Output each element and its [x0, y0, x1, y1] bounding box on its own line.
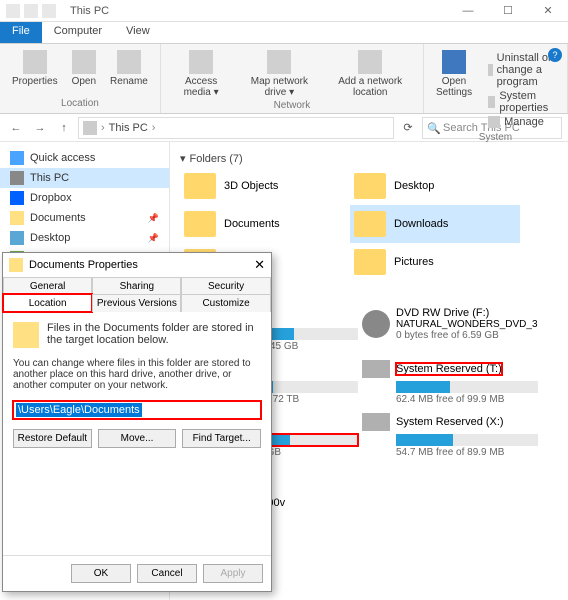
- dropbox-icon: [10, 191, 24, 205]
- help-button[interactable]: ?: [548, 48, 562, 62]
- dvd-icon: [362, 310, 390, 338]
- tab-previous-versions[interactable]: Previous Versions: [92, 294, 181, 312]
- folder-icon: [354, 211, 386, 237]
- ribbon-group-location: Properties Open Rename Location: [0, 44, 161, 113]
- open-button[interactable]: Open: [68, 48, 100, 89]
- forward-button[interactable]: →: [30, 118, 50, 138]
- folder-icon: [184, 211, 216, 237]
- drive-dvd[interactable]: DVD RW Drive (F:)NATURAL_WONDERS_DVD_30 …: [360, 303, 540, 356]
- up-button[interactable]: ↑: [54, 118, 74, 138]
- sidebar-item-documents[interactable]: Documents📌: [0, 208, 169, 228]
- folder-icon: [354, 173, 386, 199]
- pc-icon: [83, 121, 97, 135]
- ribbon-group-network: Access media ▾ Map network drive ▾ Add a…: [161, 44, 424, 113]
- quick-access-toolbar: [0, 4, 62, 18]
- desktop-icon: [10, 231, 24, 245]
- group-label: Network: [274, 100, 311, 111]
- dialog-title: Documents Properties: [29, 259, 138, 271]
- qat-dropdown-icon[interactable]: [42, 4, 56, 18]
- dialog-close-button[interactable]: ✕: [254, 257, 265, 273]
- rename-button[interactable]: Rename: [106, 48, 152, 89]
- folder-icon: [184, 173, 216, 199]
- ribbon: Properties Open Rename Location Access m…: [0, 44, 568, 114]
- open-settings-button[interactable]: Open Settings: [432, 48, 476, 132]
- group-label: Location: [61, 98, 99, 109]
- folder-downloads[interactable]: Downloads: [350, 205, 520, 243]
- breadcrumb-item[interactable]: This PC: [109, 122, 148, 134]
- tab-customize[interactable]: Customize: [181, 294, 270, 312]
- access-media-button[interactable]: Access media ▾: [169, 48, 233, 100]
- sidebar-item-dropbox[interactable]: Dropbox: [0, 188, 169, 208]
- tab-file[interactable]: File: [0, 22, 42, 43]
- find-target-button[interactable]: Find Target...: [182, 429, 261, 448]
- move-button[interactable]: Move...: [98, 429, 177, 448]
- folders-section-header[interactable]: ▾ Folders (7): [180, 150, 558, 167]
- pin-icon: 📌: [148, 213, 159, 224]
- tab-computer[interactable]: Computer: [42, 22, 114, 43]
- sidebar-item-this-pc[interactable]: This PC: [0, 168, 169, 188]
- ribbon-group-system: Open Settings Uninstall or change a prog…: [424, 44, 568, 113]
- qat-icon[interactable]: [24, 4, 38, 18]
- tab-security[interactable]: Security: [181, 277, 270, 295]
- dialog-title-bar: Documents Properties ✕: [3, 253, 271, 277]
- dialog-info-1: Files in the Documents folder are stored…: [13, 322, 261, 348]
- tab-sharing[interactable]: Sharing: [92, 277, 181, 295]
- group-label: System: [479, 132, 512, 143]
- ribbon-tabs: File Computer View: [0, 22, 568, 44]
- refresh-button[interactable]: ⟳: [398, 118, 418, 138]
- close-button[interactable]: ✕: [528, 0, 568, 22]
- location-path-input[interactable]: \Users\Eagle\Documents: [13, 401, 261, 419]
- minimize-button[interactable]: —: [448, 0, 488, 22]
- sidebar-item-quick-access[interactable]: Quick access: [0, 148, 169, 168]
- dialog-tabs: General Sharing Security Location Previo…: [3, 277, 271, 312]
- sidebar-item-desktop[interactable]: Desktop📌: [0, 228, 169, 248]
- drive-icon: [362, 360, 390, 378]
- drive-icon: [362, 413, 390, 431]
- manage-button[interactable]: Manage: [488, 116, 553, 128]
- folder-desktop[interactable]: Desktop: [350, 167, 520, 205]
- map-network-drive-button[interactable]: Map network drive ▾: [239, 48, 319, 100]
- add-network-location-button[interactable]: Add a network location: [325, 48, 415, 100]
- breadcrumb[interactable]: This PC: [78, 117, 394, 139]
- pc-icon: [10, 171, 24, 185]
- title-bar: This PC — ☐ ✕: [0, 0, 568, 22]
- properties-button[interactable]: Properties: [8, 48, 62, 89]
- tab-view[interactable]: View: [114, 22, 162, 43]
- folder-pictures[interactable]: Pictures: [350, 243, 520, 281]
- apply-button[interactable]: Apply: [203, 564, 263, 583]
- uninstall-program-button[interactable]: Uninstall or change a program: [488, 52, 553, 88]
- folder-icon: [13, 322, 39, 348]
- star-icon: [10, 151, 24, 165]
- dialog-info-2: You can change where files in this folde…: [13, 358, 261, 391]
- drive-x[interactable]: System Reserved (X:)54.7 MB free of 89.9…: [360, 409, 540, 462]
- tab-location[interactable]: Location: [3, 294, 92, 312]
- folder-icon: [10, 211, 24, 225]
- properties-dialog: Documents Properties ✕ General Sharing S…: [2, 252, 272, 592]
- maximize-button[interactable]: ☐: [488, 0, 528, 22]
- restore-default-button[interactable]: Restore Default: [13, 429, 92, 448]
- folder-icon: [9, 258, 23, 272]
- window-title: This PC: [70, 5, 109, 17]
- pin-icon: 📌: [148, 233, 159, 244]
- qat-icon[interactable]: [6, 4, 20, 18]
- tab-general[interactable]: General: [3, 277, 92, 295]
- drive-t[interactable]: System Reserved (T:)62.4 MB free of 99.9…: [360, 356, 540, 409]
- cancel-button[interactable]: Cancel: [137, 564, 197, 583]
- ok-button[interactable]: OK: [71, 564, 131, 583]
- system-properties-button[interactable]: System properties: [488, 90, 553, 114]
- back-button[interactable]: ←: [6, 118, 26, 138]
- folder-icon: [354, 249, 386, 275]
- folder-documents[interactable]: Documents: [180, 205, 350, 243]
- folder-3d-objects[interactable]: 3D Objects: [180, 167, 350, 205]
